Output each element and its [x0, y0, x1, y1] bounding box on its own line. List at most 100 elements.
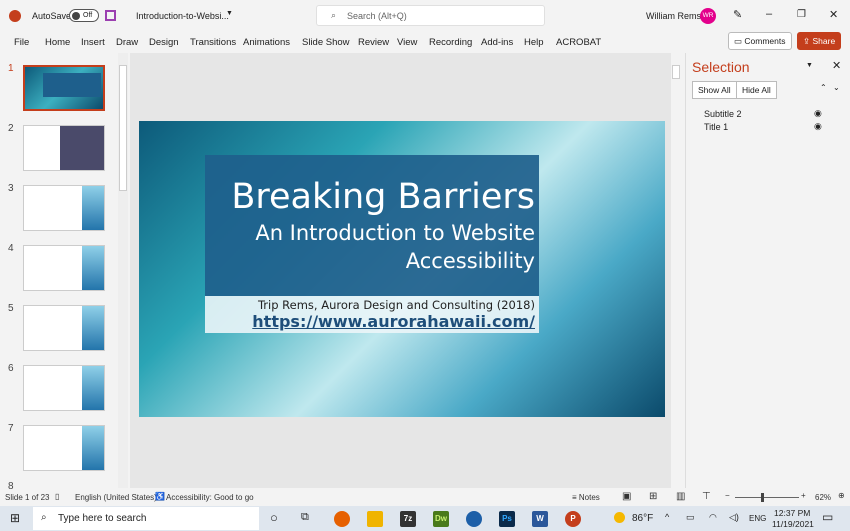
thumbnail-slide-1[interactable]: [23, 65, 105, 111]
tab-view[interactable]: View: [397, 37, 417, 48]
photoshop-icon[interactable]: Ps: [499, 511, 515, 527]
normal-view-icon[interactable]: ▣: [622, 491, 631, 502]
slideshow-icon[interactable]: ⊤: [702, 491, 711, 502]
slide-sorter-icon[interactable]: ⊞: [649, 491, 657, 502]
spelling-icon[interactable]: ▯: [55, 492, 59, 501]
tab-review[interactable]: Review: [358, 37, 389, 48]
search-icon: ⌕: [331, 10, 337, 20]
slide-subtitle-line2[interactable]: Accessibility: [205, 249, 535, 273]
tab-home[interactable]: Home: [45, 37, 70, 48]
autosave-toggle[interactable]: Off: [69, 9, 99, 22]
hide-all-button[interactable]: Hide All: [736, 81, 777, 99]
fit-to-window-icon[interactable]: ⊕: [838, 491, 845, 500]
tab-animations[interactable]: Animations: [243, 37, 290, 48]
input-language[interactable]: ENG: [749, 514, 766, 523]
thumbnail-slide-4[interactable]: [23, 245, 105, 291]
thumb-number: 1: [8, 63, 14, 74]
selection-item[interactable]: Title 1: [704, 122, 728, 132]
tab-help[interactable]: Help: [524, 37, 544, 48]
tab-slide-show[interactable]: Slide Show: [302, 37, 350, 48]
thumb-number: 5: [8, 303, 14, 314]
zoom-in-icon[interactable]: +: [801, 491, 806, 500]
zoom-slider[interactable]: [735, 493, 799, 502]
slide[interactable]: Breaking Barriers An Introduction to Web…: [139, 121, 665, 417]
slide-counter: Slide 1 of 23: [5, 493, 50, 502]
reading-view-icon[interactable]: ▥: [676, 491, 685, 502]
tab-insert[interactable]: Insert: [81, 37, 105, 48]
comments-button[interactable]: ▭ Comments: [728, 32, 792, 50]
eye-icon[interactable]: ◉: [814, 121, 822, 132]
file-explorer-icon[interactable]: [367, 511, 383, 527]
task-view-icon[interactable]: ⧉: [301, 511, 309, 524]
tray-chevron-icon[interactable]: ^: [665, 512, 669, 522]
wifi-icon[interactable]: ◠: [709, 512, 717, 523]
bring-forward-icon[interactable]: ⌃: [820, 83, 827, 92]
selection-item[interactable]: Subtitle 2: [704, 109, 742, 119]
tab-add-ins[interactable]: Add-ins: [481, 37, 513, 48]
minimize-icon[interactable]: –: [766, 8, 772, 20]
ribbon-tabs: File Home Insert Draw Design Transitions…: [0, 32, 850, 52]
tab-draw[interactable]: Draw: [116, 37, 138, 48]
thumbnail-slide-5[interactable]: [23, 305, 105, 351]
slide-subtitle-line1[interactable]: An Introduction to Website: [205, 221, 535, 245]
search-input[interactable]: ⌕ Search (Alt+Q): [316, 5, 545, 26]
autosave-label: AutoSave: [32, 11, 72, 21]
search-icon: ⌕: [41, 512, 47, 523]
cortana-icon[interactable]: ○: [270, 510, 278, 525]
thumbnail-slide-6[interactable]: [23, 365, 105, 411]
selection-pane: Selection ▼ ✕ Show All Hide All ⌃ ⌄ Subt…: [685, 53, 850, 488]
weather-icon[interactable]: [614, 512, 625, 523]
eye-icon[interactable]: ◉: [814, 108, 822, 119]
7zip-icon[interactable]: 7z: [400, 511, 416, 527]
file-name[interactable]: Introduction-to-Websi...: [136, 11, 229, 21]
send-backward-icon[interactable]: ⌄: [833, 83, 840, 92]
windows-start-icon[interactable]: ⊞: [10, 511, 20, 525]
thumb-number: 6: [8, 363, 14, 374]
thumb-number: 4: [8, 243, 14, 254]
notes-button[interactable]: ≡ Notes: [572, 493, 600, 502]
thumbnail-slide-3[interactable]: [23, 185, 105, 231]
share-button[interactable]: ⇪ Share: [797, 32, 842, 50]
selection-pane-title: Selection: [692, 59, 750, 75]
notifications-icon[interactable]: ▭: [822, 510, 833, 524]
pane-options-icon[interactable]: ▼: [806, 62, 813, 69]
accessibility-status[interactable]: Accessibility: Good to go: [166, 493, 254, 502]
tab-acrobat[interactable]: ACROBAT: [556, 37, 601, 48]
editor-scrollbar[interactable]: [671, 53, 681, 488]
avatar[interactable]: WR: [700, 8, 716, 24]
tab-design[interactable]: Design: [149, 37, 179, 48]
language[interactable]: English (United States): [75, 493, 157, 502]
thumb-number: 3: [8, 183, 14, 194]
close-pane-icon[interactable]: ✕: [832, 59, 841, 72]
chevron-down-icon[interactable]: ▼: [226, 10, 233, 17]
powerpoint-taskbar-icon[interactable]: P: [565, 511, 581, 527]
zoom-level[interactable]: 62%: [815, 493, 831, 502]
zoom-out-icon[interactable]: −: [725, 491, 730, 500]
taskbar-search-input[interactable]: ⌕ Type here to search: [33, 507, 259, 530]
accessibility-icon[interactable]: ♿: [155, 492, 165, 501]
word-icon[interactable]: W: [532, 511, 548, 527]
thumbnail-slide-2[interactable]: [23, 125, 105, 171]
thumbnail-slide-7[interactable]: [23, 425, 105, 471]
tab-file[interactable]: File: [14, 37, 29, 48]
thumb-number: 7: [8, 423, 14, 434]
thumbnails-scrollbar[interactable]: [118, 53, 128, 488]
clock-time[interactable]: 12:37 PM: [774, 508, 810, 518]
save-icon[interactable]: [105, 10, 116, 21]
tab-recording[interactable]: Recording: [429, 37, 472, 48]
tab-transitions[interactable]: Transitions: [190, 37, 236, 48]
close-icon[interactable]: ✕: [829, 8, 838, 21]
volume-icon[interactable]: ◁): [729, 512, 739, 523]
firefox-icon[interactable]: [334, 511, 350, 527]
pen-icon[interactable]: ✎: [733, 8, 742, 21]
slide-url-link[interactable]: https://www.aurorahawaii.com/: [205, 312, 535, 331]
show-all-button[interactable]: Show All: [692, 81, 737, 99]
app-icon[interactable]: [466, 511, 482, 527]
clock-date[interactable]: 11/19/2021: [772, 519, 814, 529]
weather-temp[interactable]: 86°F: [632, 513, 653, 524]
slide-title[interactable]: Breaking Barriers: [205, 177, 535, 217]
dreamweaver-icon[interactable]: Dw: [433, 511, 449, 527]
restore-icon[interactable]: ❐: [797, 9, 806, 20]
battery-icon[interactable]: ▭: [686, 512, 695, 523]
user-name[interactable]: William Rems: [646, 11, 701, 21]
